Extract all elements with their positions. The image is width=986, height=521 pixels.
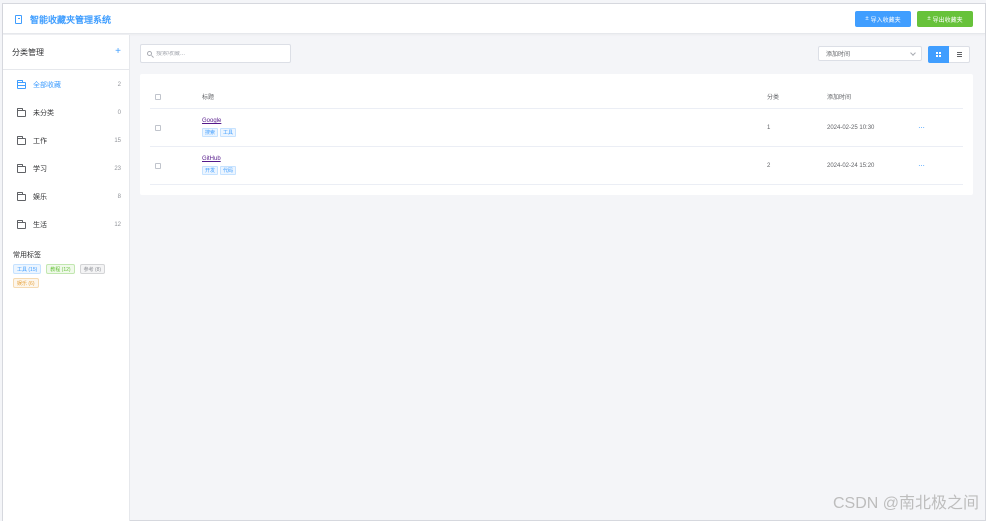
more-actions-icon[interactable]: ··· <box>918 123 925 132</box>
view-toggle <box>928 46 970 63</box>
select-all-checkbox[interactable] <box>155 93 161 100</box>
tags-title: 常用标签 <box>13 252 41 259</box>
bookmark-cell: GitHub 开发 代码 <box>202 156 237 175</box>
sidebar-header: 分类管理 + <box>3 35 129 70</box>
sidebar-item-life[interactable]: 生活 12 <box>3 211 129 239</box>
sidebar-title: 分类管理 <box>12 47 44 57</box>
add-category-button[interactable]: + <box>115 47 121 57</box>
tag-entertainment[interactable]: 娱乐 (6) <box>13 278 39 288</box>
bookmark-table-card: 标题 分类 添加时间 Google 搜索 工具 1 2024-02-25 10:… <box>140 74 973 195</box>
bookmark-link[interactable]: GitHub <box>202 156 236 162</box>
folder-icon <box>17 107 26 117</box>
app-title: 智能收藏夹管理系统 <box>30 15 112 25</box>
column-title: 标题 <box>202 95 215 101</box>
list-view-button[interactable] <box>949 46 970 63</box>
tag-reference[interactable]: 参考 (8) <box>79 264 106 274</box>
sidebar: 分类管理 + 全部收藏 2 未分类 0 工作 15 学习 23 娱乐 8 生活 … <box>3 35 130 521</box>
sort-value: 添加时间 <box>826 52 851 58</box>
bookmark-tag[interactable]: 工具 <box>220 128 237 137</box>
tag-tutorial[interactable]: 教程 (12) <box>46 264 75 274</box>
grid-view-button[interactable] <box>928 46 949 63</box>
top-header: 智能收藏夹管理系统 ± 导入收藏夹 ± 导出收藏夹 <box>3 4 985 34</box>
app-logo: 智能收藏夹管理系统 <box>15 13 111 26</box>
column-added: 添加时间 <box>827 95 852 101</box>
tag-cloud: 工具 (15) 教程 (12) 参考 (8) 娱乐 (6) <box>3 260 125 288</box>
sidebar-item-work[interactable]: 工作 15 <box>3 127 129 155</box>
grid-icon <box>936 52 941 57</box>
folder-open-icon <box>17 79 26 89</box>
sort-select[interactable]: 添加时间 <box>818 46 922 61</box>
search-icon <box>147 51 152 56</box>
chevron-down-icon <box>910 49 916 56</box>
upload-icon: ± <box>865 16 869 22</box>
search-box[interactable] <box>140 44 291 63</box>
export-button[interactable]: ± 导出收藏夹 <box>917 11 973 27</box>
bookmark-tag[interactable]: 代码 <box>220 166 237 175</box>
folder-icon <box>17 135 26 145</box>
tag-tools[interactable]: 工具 (15) <box>13 264 42 274</box>
list-icon <box>956 52 962 57</box>
added-time-cell: 2024-02-25 10:30 <box>827 124 875 131</box>
category-cell: 2 <box>767 162 771 169</box>
bookmark-link[interactable]: Google <box>202 118 236 124</box>
download-icon: ± <box>927 16 931 22</box>
bookmark-tags: 开发 代码 <box>202 166 237 175</box>
bookmark-tag[interactable]: 开发 <box>202 166 219 175</box>
search-input[interactable] <box>156 50 286 57</box>
bookmark-cell: Google 搜索 工具 <box>202 118 237 137</box>
app-window: 智能收藏夹管理系统 ± 导入收藏夹 ± 导出收藏夹 分类管理 + 全部收藏 2 … <box>2 3 986 521</box>
category-list: 全部收藏 2 未分类 0 工作 15 学习 23 娱乐 8 生活 12 <box>3 70 129 239</box>
more-actions-icon[interactable]: ··· <box>918 161 925 170</box>
folder-icon <box>17 163 26 173</box>
sidebar-item-all[interactable]: 全部收藏 2 <box>3 71 129 99</box>
row-checkbox[interactable] <box>155 124 161 131</box>
bookmark-tag[interactable]: 搜索 <box>202 128 219 137</box>
bookmark-icon <box>15 15 22 24</box>
category-cell: 1 <box>767 124 771 131</box>
added-time-cell: 2024-02-24 15:20 <box>827 162 875 169</box>
table-header: 标题 分类 添加时间 <box>150 85 963 109</box>
column-category: 分类 <box>767 95 780 101</box>
sidebar-item-entertainment[interactable]: 娱乐 8 <box>3 183 129 211</box>
folder-icon <box>17 219 26 229</box>
folder-icon <box>17 191 26 201</box>
import-button[interactable]: ± 导入收藏夹 <box>855 11 911 27</box>
bookmark-tags: 搜索 工具 <box>202 128 237 137</box>
sidebar-item-study[interactable]: 学习 23 <box>3 155 129 183</box>
row-checkbox[interactable] <box>155 162 161 169</box>
sidebar-item-uncategorized[interactable]: 未分类 0 <box>3 99 129 127</box>
watermark: CSDN @南北极之间 <box>832 495 979 512</box>
table-row: Google 搜索 工具 1 2024-02-25 10:30 ··· <box>150 109 963 147</box>
bookmark-table: 标题 分类 添加时间 Google 搜索 工具 1 2024-02-25 10:… <box>150 85 963 185</box>
table-row: GitHub 开发 代码 2 2024-02-24 15:20 ··· <box>150 147 963 185</box>
